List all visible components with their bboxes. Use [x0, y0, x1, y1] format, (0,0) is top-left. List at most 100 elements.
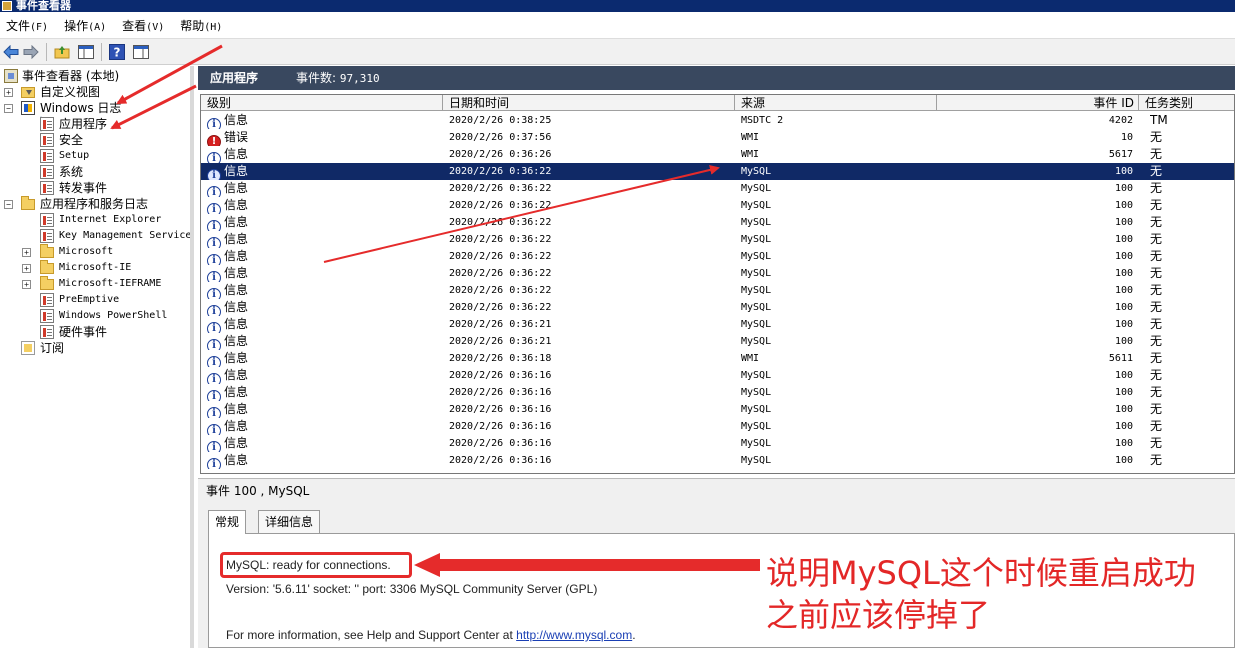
forward-arrow-icon[interactable]	[22, 43, 40, 61]
info-icon: i	[207, 271, 221, 282]
cell-task-category: 无	[1150, 317, 1163, 331]
cell-datetime: 2020/2/26 0:36:16	[449, 387, 552, 398]
collapse-minus-icon[interactable]: −	[4, 104, 13, 113]
action-pane-icon[interactable]	[132, 43, 150, 61]
expand-plus-icon[interactable]: +	[4, 88, 13, 97]
cell-task-category: 无	[1150, 283, 1163, 297]
info-icon: i	[207, 424, 221, 435]
column-header-event-id[interactable]: 事件 ID	[937, 95, 1139, 111]
cell-level: i 信息	[207, 435, 437, 452]
table-row[interactable]: i 信息 2020/2/26 0:36:22 MySQL 100 无	[201, 282, 1234, 299]
column-header-source[interactable]: 来源	[735, 95, 937, 111]
cell-task-category: 无	[1150, 147, 1163, 161]
mysql-link[interactable]: http://www.mysql.com	[516, 628, 632, 642]
cell-level: ! 错误	[207, 129, 437, 146]
table-row[interactable]: i 信息 2020/2/26 0:36:22 MySQL 100 无	[201, 197, 1234, 214]
event-viewer-app-icon	[2, 1, 12, 11]
cell-level-text: 信息	[224, 300, 249, 314]
cell-datetime: 2020/2/26 0:36:22	[449, 285, 552, 296]
help-icon[interactable]: ?	[108, 43, 126, 61]
table-row[interactable]: i 信息 2020/2/26 0:36:22 MySQL 100 无	[201, 180, 1234, 197]
cell-task-category: 无	[1150, 351, 1163, 365]
table-row[interactable]: i 信息 2020/2/26 0:36:16 MySQL 100 无	[201, 384, 1234, 401]
table-row[interactable]: i 信息 2020/2/26 0:36:16 MySQL 100 无	[201, 452, 1234, 469]
table-row[interactable]: i 信息 2020/2/26 0:36:21 MySQL 100 无	[201, 333, 1234, 350]
table-row[interactable]: i 信息 2020/2/26 0:36:22 MySQL 100 无	[201, 163, 1234, 180]
folder-icon	[40, 244, 54, 258]
column-header-datetime[interactable]: 日期和时间	[443, 95, 735, 111]
table-row[interactable]: i 信息 2020/2/26 0:38:25 MSDTC 2 4202 TM	[201, 112, 1234, 129]
table-row[interactable]: i 信息 2020/2/26 0:36:18 WMI 5611 无	[201, 350, 1234, 367]
tab-general[interactable]: 常规	[208, 510, 247, 534]
collapse-minus-icon[interactable]: −	[4, 200, 13, 209]
table-row[interactable]: i 信息 2020/2/26 0:36:16 MySQL 100 无	[201, 435, 1234, 452]
cell-datetime: 2020/2/26 0:36:22	[449, 268, 552, 279]
menu-action[interactable]: 操作(A)	[60, 17, 110, 34]
column-header-level[interactable]: 级别	[201, 95, 443, 111]
menu-view[interactable]: 查看(V)	[118, 17, 168, 34]
cell-level: i 信息	[207, 452, 437, 469]
tree-item-label: 系统	[59, 165, 84, 179]
table-row[interactable]: i 信息 2020/2/26 0:36:26 WMI 5617 无	[201, 146, 1234, 163]
tree-item-label: 转发事件	[59, 181, 108, 195]
event-count-label: 事件数:	[296, 71, 337, 85]
table-row[interactable]: i 信息 2020/2/26 0:36:22 MySQL 100 无	[201, 299, 1234, 316]
menu-file[interactable]: 文件(F)	[2, 17, 52, 34]
cell-level: i 信息	[207, 350, 437, 367]
tree-item-label: Microsoft-IE	[59, 262, 132, 273]
cell-task-category: 无	[1150, 402, 1163, 416]
table-header: 级别 日期和时间 来源 事件 ID 任务类别	[201, 95, 1234, 111]
cell-source: MySQL	[741, 166, 772, 177]
cell-event-id: 100	[1114, 421, 1133, 432]
event-version-line: Version: '5.6.11' socket: '' port: 3306 …	[226, 582, 598, 596]
table-row[interactable]: i 信息 2020/2/26 0:36:22 MySQL 100 无	[201, 265, 1234, 282]
table-row[interactable]: i 信息 2020/2/26 0:36:21 MySQL 100 无	[201, 316, 1234, 333]
table-row[interactable]: i 信息 2020/2/26 0:36:22 MySQL 100 无	[201, 231, 1234, 248]
table-row[interactable]: i 信息 2020/2/26 0:36:22 MySQL 100 无	[201, 214, 1234, 231]
help-text: For more information, see Help and Suppo…	[226, 628, 513, 642]
info-icon: i	[207, 203, 221, 214]
event-count: 事件数: 97,310	[296, 66, 380, 91]
back-arrow-icon[interactable]	[2, 43, 20, 61]
tree-item-label: PreEmptive	[59, 294, 120, 305]
cell-source: MySQL	[741, 183, 772, 194]
expand-plus-icon[interactable]: +	[22, 248, 31, 257]
annotation-note: 说明MySQL这个时候重启成功 之前应该停掉了	[766, 552, 1235, 636]
cell-source: WMI	[741, 149, 760, 160]
folder-icon	[40, 260, 54, 274]
tree-item-application[interactable]: 应用程序	[40, 116, 107, 132]
cell-source: MySQL	[741, 404, 772, 415]
event-count-value: 97,310	[339, 72, 380, 85]
show-hide-tree-icon[interactable]	[77, 43, 95, 61]
folder-icon	[21, 196, 35, 210]
cell-datetime: 2020/2/26 0:37:56	[449, 132, 552, 143]
cell-level: i 信息	[207, 248, 437, 265]
cell-level-text: 信息	[224, 147, 249, 161]
table-row[interactable]: i 信息 2020/2/26 0:36:16 MySQL 100 无	[201, 401, 1234, 418]
log-header: 应用程序 事件数: 97,310	[198, 66, 1235, 90]
toolbar-separator	[46, 43, 47, 61]
table-row[interactable]: ! 错误 2020/2/26 0:37:56 WMI 10 无	[201, 129, 1234, 146]
table-row[interactable]: i 信息 2020/2/26 0:36:16 MySQL 100 无	[201, 418, 1234, 435]
tree-item-label: 硬件事件	[59, 325, 108, 339]
cell-event-id: 100	[1114, 455, 1133, 466]
menu-action-accel: (A)	[88, 21, 107, 33]
cell-datetime: 2020/2/26 0:36:16	[449, 421, 552, 432]
table-row[interactable]: i 信息 2020/2/26 0:36:16 MySQL 100 无	[201, 367, 1234, 384]
info-icon: i	[207, 407, 221, 418]
menu-help[interactable]: 帮助(H)	[176, 17, 226, 34]
cell-event-id: 100	[1114, 183, 1133, 194]
expand-plus-icon[interactable]: +	[22, 264, 31, 273]
window-title: 事件查看器	[16, 0, 71, 12]
cell-level-text: 信息	[224, 215, 249, 229]
cell-level: i 信息	[207, 163, 437, 180]
up-folder-icon[interactable]	[53, 43, 71, 61]
tab-details[interactable]: 详细信息	[258, 510, 321, 533]
cell-source: MySQL	[741, 319, 772, 330]
column-header-task-category[interactable]: 任务类别	[1139, 95, 1234, 111]
expand-plus-icon[interactable]: +	[22, 280, 31, 289]
table-row[interactable]: i 信息 2020/2/26 0:36:22 MySQL 100 无	[201, 248, 1234, 265]
cell-source: MySQL	[741, 387, 772, 398]
cell-source: MSDTC 2	[741, 115, 784, 126]
cell-level-text: 信息	[224, 232, 249, 246]
